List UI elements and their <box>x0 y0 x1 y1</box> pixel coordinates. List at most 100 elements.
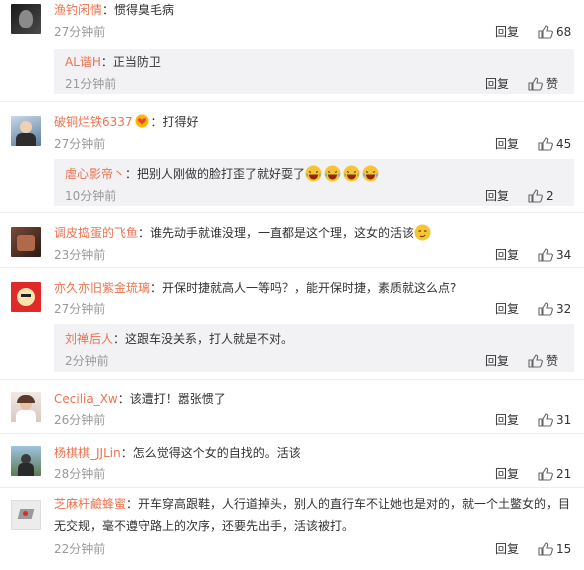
thumbs-up-icon <box>538 542 553 556</box>
thumbs-up-icon <box>538 467 553 481</box>
like-count: 45 <box>556 137 572 151</box>
sub-reply-time: 10分钟前 <box>65 189 117 203</box>
sub-reply-button[interactable]: 回复 <box>485 353 509 369</box>
comment-body: ：开保时捷就高人一等吗？，能开保时捷，素质就这么点? <box>150 281 457 295</box>
sub-reply-username[interactable]: 虐心影帝丶 <box>65 167 125 181</box>
sub-reply-text: 刘禅后人：这跟车没关系，打人就是不对。 <box>65 330 566 348</box>
sub-reply-button[interactable]: 回复 <box>485 76 509 92</box>
like-button[interactable]: 21 <box>538 466 571 482</box>
like-count: 21 <box>556 467 572 481</box>
like-button[interactable]: 15 <box>538 541 571 557</box>
avatar[interactable] <box>11 116 41 146</box>
comment-body: ：该遭打！嚣张惯了 <box>117 392 226 406</box>
avatar[interactable] <box>11 500 41 530</box>
sub-reply-time: 21分钟前 <box>65 77 117 91</box>
comment-text: Cecilia_Xw：该遭打！嚣张惯了 <box>54 390 580 408</box>
vip-heart-badge-icon[interactable] <box>135 114 149 128</box>
like-count: 32 <box>556 302 572 316</box>
comment-username[interactable]: 亦久亦旧紫金琉璃 <box>54 281 150 295</box>
laughing-tears-emoji-icon <box>362 165 379 182</box>
like-count: 34 <box>556 248 572 262</box>
avatar[interactable] <box>11 392 41 422</box>
comment-username[interactable]: 杨棋棋_JJLin <box>54 446 121 460</box>
comment-item: Cecilia_Xw：该遭打！嚣张惯了 26分钟前 回复 31 <box>0 380 584 434</box>
reply-button[interactable]: 回复 <box>495 136 519 152</box>
thumbs-up-icon <box>538 302 553 316</box>
avatar[interactable] <box>11 282 41 312</box>
like-label: 赞 <box>546 354 559 368</box>
comment-username[interactable]: 渔钓闲情 <box>54 3 102 17</box>
sub-reply: 刘禅后人：这跟车没关系，打人就是不对。 2分钟前 回复 赞 <box>54 324 574 372</box>
comment-body: ：怎么觉得这个女的自找的。活该 <box>120 446 301 460</box>
comment-text: 破铜烂铁6337 ：打得好 <box>54 113 580 131</box>
comment-text: 杨棋棋_JJLin：怎么觉得这个女的自找的。活该 <box>54 444 580 462</box>
comment-item: 渔钓闲情：惯得臭毛病 27分钟前 回复 68 AL谐H：正当防卫 21分钟前 回… <box>0 0 584 102</box>
thumbs-up-icon <box>528 354 543 368</box>
like-button[interactable]: 45 <box>538 136 571 152</box>
like-count: 68 <box>556 25 572 39</box>
comment-item: 杨棋棋_JJLin：怎么觉得这个女的自找的。活该 28分钟前 回复 21 <box>0 434 584 488</box>
laughing-tears-emoji-icon <box>324 165 341 182</box>
like-button[interactable]: 68 <box>538 24 571 40</box>
avatar[interactable] <box>11 4 41 34</box>
comment-time: 27分钟前 <box>54 302 106 316</box>
comment-time: 26分钟前 <box>54 413 106 427</box>
like-count: 2 <box>546 189 554 203</box>
sub-reply-text: AL谐H：正当防卫 <box>65 53 566 71</box>
like-button[interactable]: 34 <box>538 247 571 263</box>
thumbs-up-icon <box>538 137 553 151</box>
comment-item: 芝麻杆鹼蜂蜜：开车穿高跟鞋，人行道掉头，别人的直行车不让她也是对的，就一个土鳖女… <box>0 488 584 570</box>
laughing-tears-emoji-icon <box>305 165 322 182</box>
comment-text: 亦久亦旧紫金琉璃：开保时捷就高人一等吗？，能开保时捷，素质就这么点? <box>54 279 580 297</box>
sub-reply-time: 2分钟前 <box>65 354 109 368</box>
thumbs-up-icon <box>528 189 543 203</box>
like-count: 31 <box>556 413 572 427</box>
avatar[interactable] <box>11 227 41 257</box>
comment-time: 28分钟前 <box>54 467 106 481</box>
comment-text: 渔钓闲情：惯得臭毛病 <box>54 1 580 19</box>
sub-like-button[interactable]: 赞 <box>528 76 558 92</box>
comment-username[interactable]: 芝麻杆鹼蜂蜜 <box>54 497 126 511</box>
laughing-tears-emoji-icon <box>343 165 360 182</box>
comment-username[interactable]: 破铜烂铁6337 <box>54 115 133 129</box>
comment-time: 27分钟前 <box>54 137 106 151</box>
sub-reply: AL谐H：正当防卫 21分钟前 回复 赞 <box>54 49 574 94</box>
reply-button[interactable]: 回复 <box>495 24 519 40</box>
comment-body: ：谁先动手就谁没理，一直都是这个理，这女的活该 <box>138 226 415 240</box>
comment-item: 破铜烂铁6337 ：打得好 27分钟前 回复 45 虐心影帝丶：把别人刚做的脸打歪… <box>0 102 584 213</box>
comment-username[interactable]: Cecilia_Xw <box>54 392 118 406</box>
reply-button[interactable]: 回复 <box>495 466 519 482</box>
comment-body: ：打得好 <box>150 115 199 129</box>
sub-like-button[interactable]: 2 <box>528 188 554 204</box>
sub-reply-body: ：正当防卫 <box>100 55 161 69</box>
comment-username[interactable]: 调皮捣蛋的飞鱼 <box>54 226 138 240</box>
like-label: 赞 <box>546 77 559 91</box>
like-button[interactable]: 31 <box>538 412 571 428</box>
sub-reply-body: ：把别人刚做的脸打歪了就好耍了 <box>125 167 306 181</box>
comment-list: 渔钓闲情：惯得臭毛病 27分钟前 回复 68 AL谐H：正当防卫 21分钟前 回… <box>0 0 584 570</box>
like-button[interactable]: 32 <box>538 301 571 317</box>
comment-item: 亦久亦旧紫金琉璃：开保时捷就高人一等吗？，能开保时捷，素质就这么点? 27分钟前… <box>0 268 584 380</box>
comment-item: 调皮捣蛋的飞鱼：谁先动手就谁没理，一直都是这个理，这女的活该 23分钟前 回复 … <box>0 213 584 268</box>
smirk-emoji-icon <box>414 224 431 241</box>
comment-time: 22分钟前 <box>54 542 106 556</box>
comment-text: 芝麻杆鹼蜂蜜：开车穿高跟鞋，人行道掉头，别人的直行车不让她也是对的，就一个土鳖女… <box>54 493 580 537</box>
sub-reply-button[interactable]: 回复 <box>485 188 509 204</box>
sub-reply-body: ：这跟车没关系，打人就是不对。 <box>113 332 294 346</box>
thumbs-up-icon <box>528 77 543 91</box>
reply-button[interactable]: 回复 <box>495 412 519 428</box>
reply-button[interactable]: 回复 <box>495 541 519 557</box>
comment-text: 调皮捣蛋的飞鱼：谁先动手就谁没理，一直都是这个理，这女的活该 <box>54 224 580 242</box>
avatar[interactable] <box>11 446 41 476</box>
reply-button[interactable]: 回复 <box>495 247 519 263</box>
sub-reply-username[interactable]: AL谐H <box>65 55 101 69</box>
comment-time: 27分钟前 <box>54 25 106 39</box>
comment-time: 23分钟前 <box>54 248 106 262</box>
sub-reply: 虐心影帝丶：把别人刚做的脸打歪了就好耍了 10分钟前 回复 2 <box>54 159 574 206</box>
thumbs-up-icon <box>538 248 553 262</box>
comment-body: ：开车穿高跟鞋，人行道掉头，别人的直行车不让她也是对的，就一个土鳖女的，目无交规… <box>54 497 571 533</box>
sub-reply-username[interactable]: 刘禅后人 <box>65 332 113 346</box>
sub-like-button[interactable]: 赞 <box>528 353 558 369</box>
thumbs-up-icon <box>538 25 553 39</box>
reply-button[interactable]: 回复 <box>495 301 519 317</box>
